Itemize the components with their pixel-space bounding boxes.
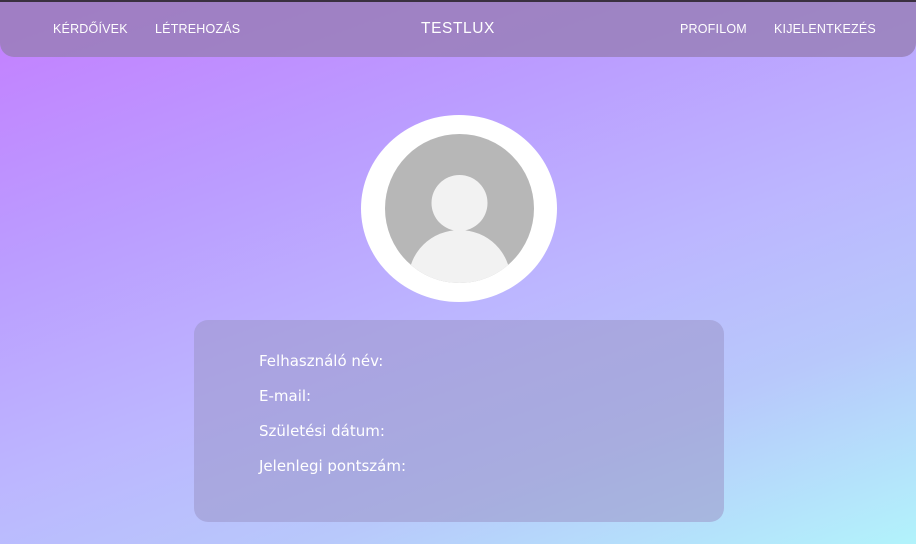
birthdate-label: Születési dátum: <box>259 422 385 440</box>
email-label: E-mail: <box>259 387 312 405</box>
nav-link-kijelentkezes[interactable]: KIJELENTKEZÉS <box>774 22 876 36</box>
top-navbar: KÉRDŐÍVEK LÉTREHOZÁS TESTLUX PROFILOM KI… <box>0 2 916 57</box>
username-label: Felhasználó név: <box>259 352 384 370</box>
profile-info-card: Felhasználó név: E-mail: Születési dátum… <box>194 320 724 522</box>
current-score-label: Jelenlegi pontszám: <box>259 457 407 475</box>
user-silhouette-icon <box>408 175 511 283</box>
profile-avatar <box>361 115 557 302</box>
avatar-circle <box>385 134 534 283</box>
nav-link-profilom[interactable]: PROFILOM <box>680 22 747 36</box>
